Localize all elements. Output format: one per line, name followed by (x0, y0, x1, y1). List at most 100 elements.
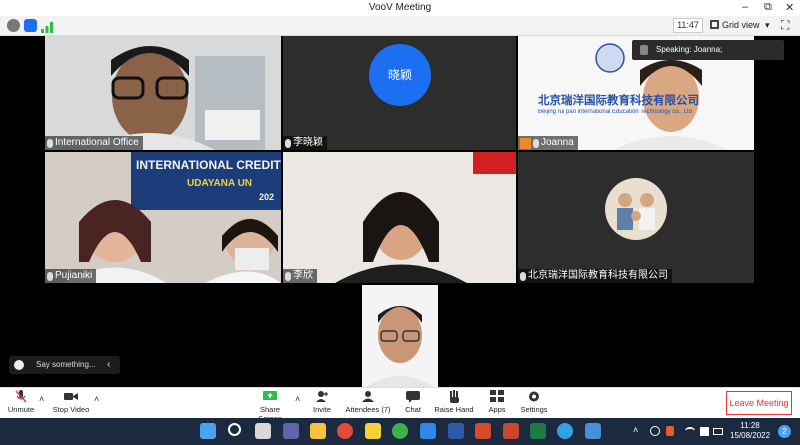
participant-name-label: 北京瑞洋国际教育科技有限公司 (518, 269, 672, 283)
stop-video-button[interactable]: Stop Video (52, 390, 90, 414)
invite-button[interactable]: Invite (309, 390, 335, 414)
participant-name-label: Pujianiki (45, 269, 97, 283)
volume-icon[interactable] (700, 427, 709, 436)
chrome-icon[interactable] (337, 423, 353, 439)
video-tile-international-office[interactable]: International Office (45, 36, 281, 150)
unmute-label: Unmute (7, 405, 35, 414)
search-icon[interactable] (228, 423, 241, 436)
invite-label: Invite (313, 405, 331, 414)
video-camera-icon (64, 393, 78, 400)
attendees-icon (362, 391, 374, 402)
collapse-chat-icon[interactable]: ‹ (107, 356, 110, 374)
participant-name-label: International Office (45, 136, 143, 150)
raise-hand-button[interactable]: Raise Hand (434, 390, 474, 414)
participant-name-label: Joanna (518, 136, 578, 150)
chevron-down-icon: ▾ (765, 20, 770, 30)
apps-icon (490, 390, 504, 402)
signal-icon[interactable] (41, 20, 53, 33)
person-icon (520, 137, 531, 149)
apps-button[interactable]: Apps (485, 390, 509, 414)
video-tile-xiaoying[interactable]: 晓颖 李晓颖 (283, 36, 516, 150)
window-title: VooV Meeting (368, 2, 432, 13)
video-options-caret[interactable]: ˄ (94, 394, 99, 404)
powerpoint-icon[interactable] (503, 423, 519, 439)
taskbar-clock[interactable]: 11:28 15/08/2022 (730, 421, 770, 441)
emoji-icon[interactable] (14, 360, 24, 370)
word-icon[interactable] (448, 423, 464, 439)
audio-options-caret[interactable]: ˄ (39, 394, 44, 404)
attendees-button[interactable]: Attendees (7) (343, 390, 393, 414)
wifi-icon[interactable] (685, 427, 695, 435)
mic-icon (47, 271, 53, 281)
settings-label: Settings (520, 405, 548, 414)
participant-video (283, 152, 516, 283)
edge-icon[interactable] (557, 423, 573, 439)
chat-placeholder: Say something... (36, 360, 96, 369)
participant-name: Joanna (541, 137, 574, 148)
video-tile-lixin[interactable]: 李欣 (283, 152, 516, 283)
company-banner-cn: 北京瑞洋国际教育科技有限公司 (538, 95, 699, 107)
mic-icon (520, 271, 526, 281)
apps-label: Apps (488, 405, 506, 414)
shield-icon[interactable] (24, 19, 37, 32)
task-view-icon[interactable] (255, 423, 271, 439)
participant-name: 李欣 (293, 270, 313, 281)
grid-view-button[interactable]: Grid view ▾ (710, 18, 776, 33)
meeting-toolbar: 11:47 Grid view ▾ ⛶ (0, 16, 800, 36)
raise-hand-icon (450, 390, 459, 403)
teams-icon[interactable] (283, 423, 299, 439)
clock-time: 11:28 (740, 421, 760, 430)
video-tile-pujianiki[interactable]: INTERNATIONAL CREDIT T UDAYANA UN 202 Pu… (45, 152, 281, 283)
tray-expand-icon[interactable]: ˄ (633, 425, 638, 435)
chat-button[interactable]: Chat (402, 390, 424, 414)
chat-label: Chat (405, 405, 421, 414)
mic-icon (285, 138, 291, 148)
event-banner-line3: 202 (259, 192, 275, 202)
participant-name-label: 李晓颖 (283, 136, 327, 150)
speaking-label: Speaking: Joanna; (656, 45, 723, 54)
invite-icon (316, 391, 328, 402)
participant-name: Pujianiki (55, 270, 93, 281)
tray-app-icon[interactable] (666, 426, 674, 436)
notification-badge[interactable]: 2 (778, 425, 791, 438)
restore-button[interactable]: ⧉ (764, 1, 772, 14)
tray-app-icon[interactable] (650, 426, 660, 436)
fullscreen-icon[interactable]: ⛶ (781, 18, 789, 33)
participant-video (45, 36, 281, 150)
photos-icon[interactable] (585, 423, 601, 439)
leave-meeting-button[interactable]: Leave Meeting (726, 391, 792, 415)
chat-input[interactable]: Say something... ‹ (9, 356, 120, 374)
file-explorer-icon[interactable] (310, 423, 326, 439)
excel-icon[interactable] (530, 423, 546, 439)
avatar: 晓颖 (369, 44, 431, 106)
wechat-icon[interactable] (392, 423, 408, 439)
video-tile-participant-7[interactable] (362, 285, 438, 387)
unmute-button[interactable]: Unmute (6, 390, 36, 414)
settings-button[interactable]: Settings (519, 390, 549, 414)
event-banner-line2: UDAYANA UN (187, 178, 253, 189)
close-button[interactable]: ✕ (785, 1, 794, 14)
avatar (605, 178, 667, 240)
windows-start-icon[interactable] (200, 423, 216, 439)
acrobat-icon[interactable] (475, 423, 491, 439)
mic-icon (47, 138, 53, 148)
video-tile-company[interactable]: 北京瑞洋国际教育科技有限公司 (518, 152, 754, 283)
participant-video (362, 285, 438, 387)
voov-icon[interactable] (420, 423, 436, 439)
mic-icon (533, 138, 539, 148)
grid-view-label: Grid view (722, 20, 760, 30)
gear-icon (529, 391, 539, 402)
company-banner-en: Beijing rui pan international Education … (538, 109, 692, 115)
participant-name: 李晓颖 (293, 137, 323, 148)
clock-date: 15/08/2022 (730, 431, 771, 440)
title-bar: VooV Meeting – ⧉ ✕ (0, 0, 800, 16)
speaking-indicator: Speaking: Joanna; (632, 40, 784, 60)
battery-icon[interactable] (713, 428, 723, 435)
mic-icon (285, 271, 291, 281)
sticky-notes-icon[interactable] (365, 423, 381, 439)
share-options-caret[interactable]: ˄ (295, 394, 300, 404)
share-screen-icon (263, 391, 277, 400)
minimize-button[interactable]: – (742, 1, 748, 13)
attendees-label: Attendees (7) (345, 405, 391, 414)
info-icon[interactable] (7, 19, 20, 32)
